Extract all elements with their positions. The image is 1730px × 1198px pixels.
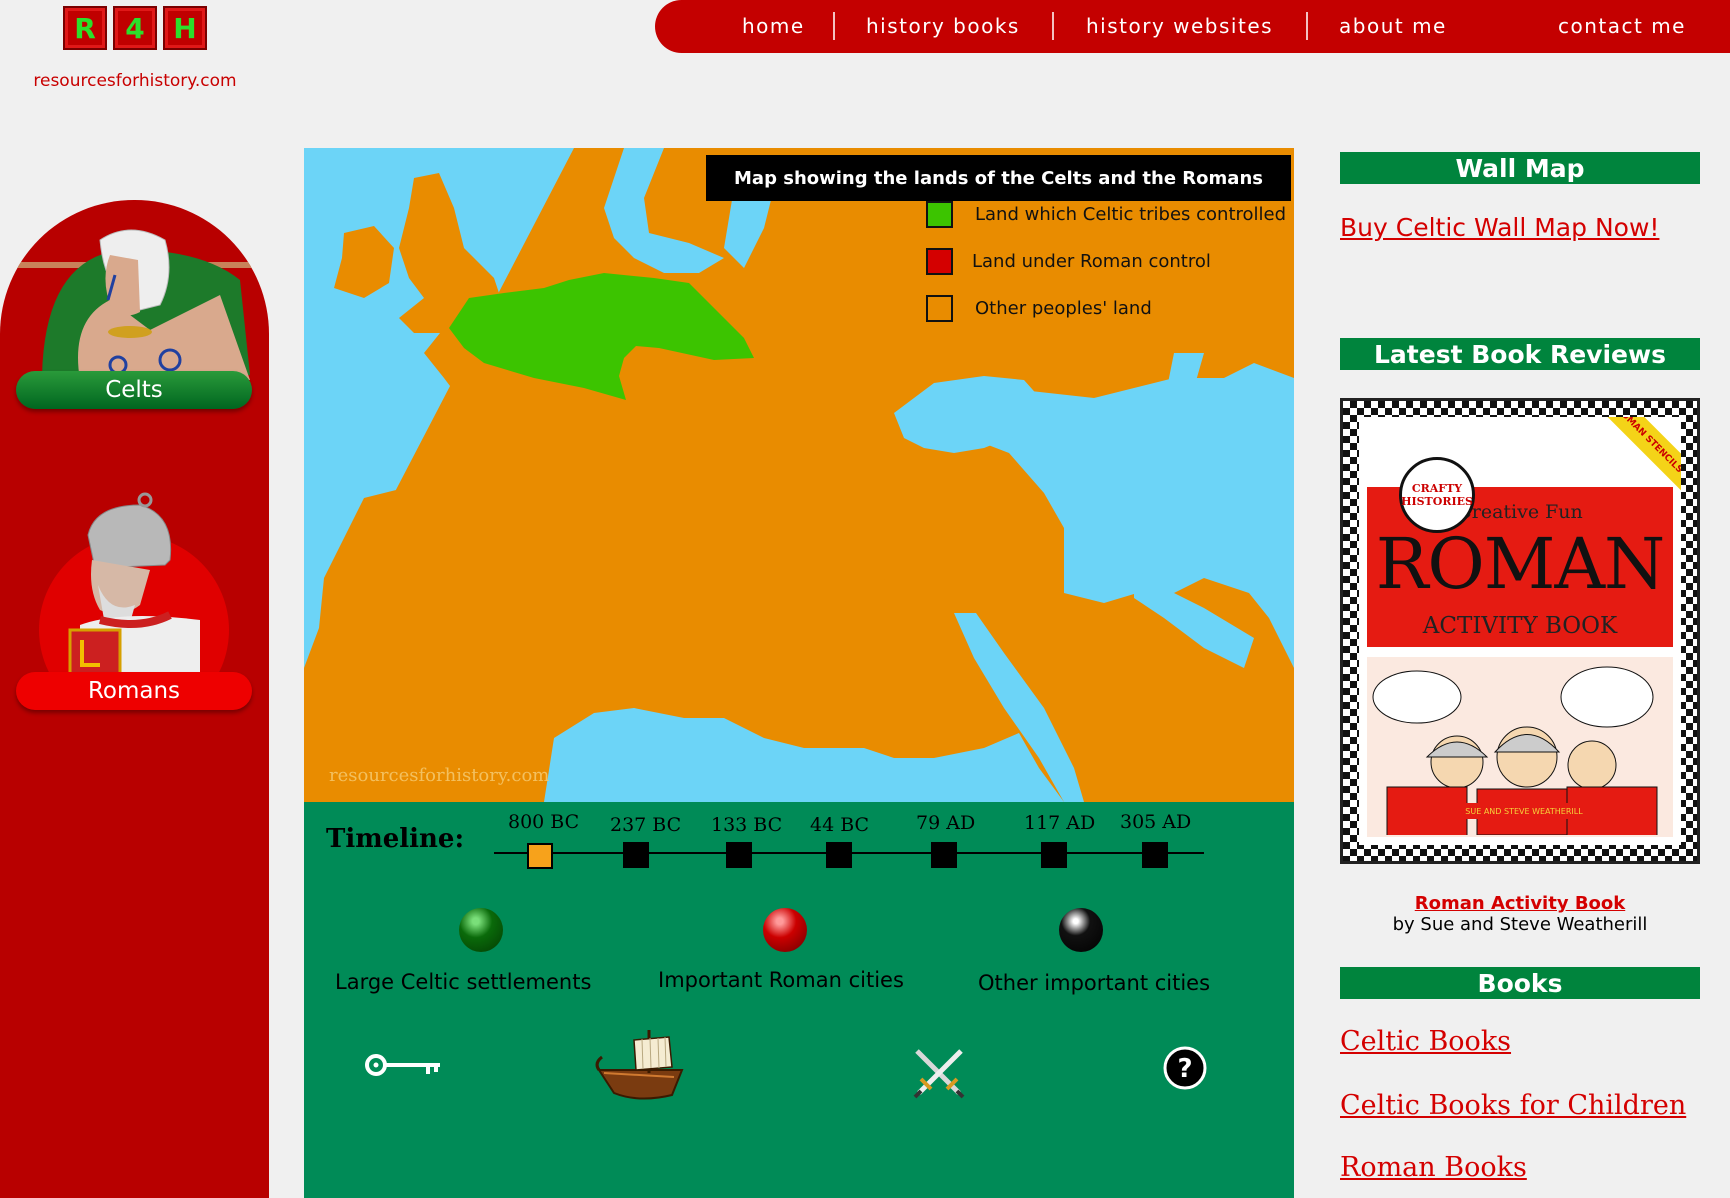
timeline-stop[interactable] bbox=[931, 842, 957, 868]
timeline-date: 79 AD bbox=[916, 812, 976, 834]
timeline-stop[interactable] bbox=[623, 842, 649, 868]
site-logo[interactable]: R 4 H bbox=[63, 6, 213, 54]
key-label: Large Celtic settlements bbox=[335, 970, 592, 994]
roman-portrait[interactable] bbox=[0, 490, 269, 680]
legend-item-other: Other peoples' land bbox=[926, 293, 1152, 323]
nav-about-me[interactable]: about me bbox=[1339, 14, 1447, 38]
timeline-panel: Timeline: 800 BC 237 BC 133 BC 44 BC 79 … bbox=[304, 802, 1294, 1198]
logo-letter: 4 bbox=[113, 6, 157, 50]
sidebar: Celts Romans bbox=[0, 200, 269, 1198]
nav-divider bbox=[833, 12, 835, 40]
logo-letter: H bbox=[163, 6, 207, 50]
nav-history-websites[interactable]: history websites bbox=[1086, 14, 1273, 38]
books-heading: Books bbox=[1340, 967, 1700, 999]
other-city-marker bbox=[1059, 908, 1103, 952]
legend-item-celtic: Land which Celtic tribes controlled bbox=[926, 199, 1286, 229]
timeline-stop[interactable] bbox=[1041, 842, 1067, 868]
map-watermark: resourcesforhistory.com bbox=[329, 765, 550, 786]
help-icon[interactable]: ? bbox=[1162, 1045, 1208, 1091]
sidebar-item-celts[interactable]: Celts bbox=[16, 371, 252, 409]
timeline-date: 133 BC bbox=[711, 814, 783, 836]
timeline-date: 237 BC bbox=[610, 814, 682, 836]
site-url[interactable]: resourcesforhistory.com bbox=[28, 71, 242, 91]
cover-brand-seal: CRAFTY HISTORIES bbox=[1399, 457, 1475, 533]
map-panel: Map showing the lands of the Celts and t… bbox=[304, 148, 1294, 802]
legend-item-roman: Land under Roman control bbox=[926, 246, 1211, 276]
map-title: Map showing the lands of the Celts and t… bbox=[706, 155, 1291, 201]
island-sardinia bbox=[586, 453, 609, 500]
celtic-books-children-link[interactable]: Celtic Books for Children bbox=[1340, 1090, 1686, 1121]
main-nav: home history books history websites abou… bbox=[655, 0, 1730, 53]
legend-label: Land under Roman control bbox=[972, 250, 1211, 272]
legend-swatch-other bbox=[926, 294, 953, 322]
logo-letter: R bbox=[63, 6, 107, 50]
celtic-settlement-marker bbox=[459, 908, 503, 952]
nav-contact-me[interactable]: contact me bbox=[1558, 14, 1686, 38]
legend-swatch-roman bbox=[926, 247, 953, 275]
key-label: Important Roman cities bbox=[658, 968, 904, 992]
roman-books-link[interactable]: Roman Books bbox=[1340, 1152, 1527, 1183]
timeline-label: Timeline: bbox=[326, 824, 465, 854]
timeline-date: 305 AD bbox=[1120, 811, 1192, 833]
roman-city-marker bbox=[763, 908, 807, 952]
timeline-stop[interactable] bbox=[726, 842, 752, 868]
timeline-date: 44 BC bbox=[810, 814, 870, 836]
crossed-swords-icon[interactable] bbox=[909, 1043, 969, 1101]
wall-map-heading: Wall Map bbox=[1340, 152, 1700, 184]
legend-swatch-celtic bbox=[926, 200, 953, 228]
book-reviews-heading: Latest Book Reviews bbox=[1340, 338, 1700, 370]
timeline-date: 117 AD bbox=[1024, 812, 1096, 834]
nav-divider bbox=[1306, 12, 1308, 40]
book-author: by Sue and Steve Weatherill bbox=[1392, 914, 1648, 935]
nav-home[interactable]: home bbox=[742, 14, 805, 38]
nav-divider bbox=[1052, 12, 1054, 40]
celtic-books-link[interactable]: Celtic Books bbox=[1340, 1026, 1511, 1057]
legend-label: Land which Celtic tribes controlled bbox=[975, 203, 1287, 225]
legend-label: Other peoples' land bbox=[975, 297, 1152, 319]
book-title-link[interactable]: Roman Activity Book bbox=[1340, 893, 1700, 914]
book-cover-image[interactable]: Creative Fun ROMAN ACTIVITY BOOK CRAFTY H… bbox=[1340, 398, 1700, 864]
timeline-stop[interactable] bbox=[826, 842, 852, 868]
timeline-stop[interactable] bbox=[527, 843, 553, 869]
svg-text:?: ? bbox=[1177, 1054, 1192, 1084]
nav-history-books[interactable]: history books bbox=[866, 14, 1020, 38]
sidebar-item-romans[interactable]: Romans bbox=[16, 672, 252, 710]
buy-wall-map-link[interactable]: Buy Celtic Wall Map Now! bbox=[1340, 213, 1659, 242]
key-label: Other important cities bbox=[978, 971, 1211, 995]
ship-icon[interactable] bbox=[594, 1025, 686, 1107]
timeline-stop[interactable] bbox=[1142, 842, 1168, 868]
key-icon[interactable] bbox=[364, 1050, 446, 1080]
timeline-date: 800 BC bbox=[508, 811, 580, 833]
